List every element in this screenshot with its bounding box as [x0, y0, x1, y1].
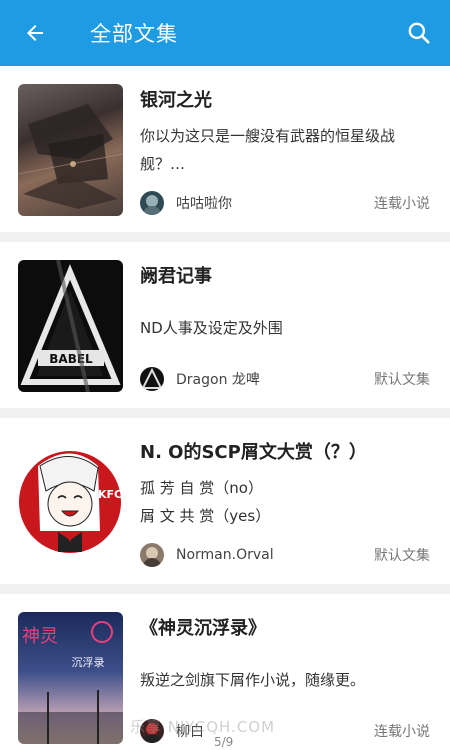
app-bar: 全部文集: [0, 0, 450, 66]
avatar[interactable]: [140, 191, 164, 215]
cover-image: 神灵 沉浮录: [18, 612, 123, 744]
search-icon: [408, 22, 430, 44]
cover-kfc-text: KFC: [98, 488, 122, 501]
back-button[interactable]: [0, 0, 70, 66]
category-label: 默认文集: [374, 372, 430, 388]
author-name[interactable]: Dragon 龙啤: [176, 369, 374, 389]
author-name[interactable]: 咕咕啦你: [176, 193, 374, 213]
cover-title-text: 神灵: [22, 626, 58, 647]
collection-card[interactable]: BABEL 阙君记事 ND人事及设定及外围 Dragon 龙啤 默认文集: [0, 242, 450, 408]
arrow-left-icon: [27, 25, 43, 41]
collection-card[interactable]: 银河之光 你以为这只是一艘没有武器的恒星级战舰？… 咕咕啦你 连载小说: [0, 66, 450, 232]
category-label: 连载小说: [374, 724, 430, 740]
cover-image: [18, 84, 123, 216]
description-line: 孤 芳 自 赏（no）: [140, 479, 263, 497]
cover-babel-text: BABEL: [49, 352, 93, 366]
collection-meta: Norman.Orval 默认文集: [140, 542, 430, 568]
collection-description: 叛逆之剑旗下屑作小说，随缘更。: [140, 671, 366, 689]
collection-meta: 咕咕啦你 连载小说: [140, 190, 430, 216]
description-line: 屑 文 共 赏（yes）: [140, 507, 271, 525]
watermark: 乐享 NJYCQH.COM: [130, 718, 276, 736]
cover-subtitle-text: 沉浮录: [72, 656, 105, 669]
collection-card[interactable]: KFC N. O的SCP屑文大赏（？） 孤 芳 自 赏（no） 屑 文 共 赏（…: [0, 418, 450, 584]
collection-description: 你以为这只是一艘没有武器的恒星级战舰？…: [140, 127, 396, 173]
category-label: 连载小说: [374, 196, 430, 212]
collection-meta: Dragon 龙啤 默认文集: [140, 366, 430, 392]
collection-title: 阙君记事: [140, 266, 212, 287]
search-button[interactable]: [388, 0, 450, 66]
collection-description: 孤 芳 自 赏（no） 屑 文 共 赏（yes）: [140, 474, 430, 530]
cover-image: BABEL: [18, 260, 123, 392]
avatar[interactable]: [140, 367, 164, 391]
category-label: 默认文集: [374, 548, 430, 564]
collection-description: ND人事及设定及外围: [140, 319, 283, 337]
collection-title: N. O的SCP屑文大赏（？）: [140, 442, 367, 463]
cover-image: KFC: [18, 436, 123, 568]
avatar[interactable]: [140, 543, 164, 567]
collection-title: 银河之光: [140, 90, 212, 111]
page-title: 全部文集: [90, 22, 178, 46]
page-indicator: 5/9: [214, 735, 234, 749]
author-name[interactable]: Norman.Orval: [176, 547, 374, 563]
collection-title: 《神灵沉浮录》: [140, 618, 266, 639]
